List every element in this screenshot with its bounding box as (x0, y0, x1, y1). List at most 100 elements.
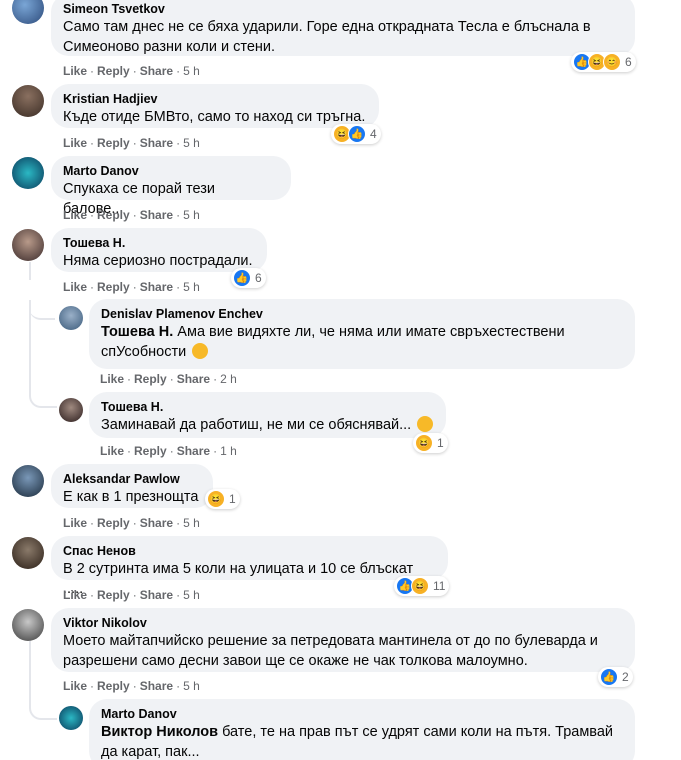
like-link[interactable]: Like (63, 136, 87, 150)
reaction-summary[interactable]: 👍 😆 11 (394, 576, 450, 596)
comment-actions: Like · Reply · Share · 5 h (63, 136, 200, 150)
avatar[interactable] (12, 609, 44, 641)
smile-emoji-icon (192, 343, 209, 359)
avatar[interactable] (12, 0, 44, 24)
comment-bubble: Marto Danov Виктор Николов бате, те на п… (89, 699, 635, 760)
comment-bubble: Спас Ненов В 2 сутринта има 5 коли на ул… (51, 536, 448, 597)
timestamp[interactable]: 5 h (183, 208, 200, 222)
avatar[interactable] (12, 229, 44, 261)
timestamp[interactable]: 5 h (183, 136, 200, 150)
share-link[interactable]: Share (140, 679, 173, 693)
avatar[interactable] (12, 85, 44, 117)
comment-bubble: Тошева Н. Няма сериозно пострадали. (51, 228, 267, 272)
comment-text: Виктор Николов бате, те на прав път се у… (101, 724, 614, 760)
reply-link[interactable]: Reply (97, 208, 130, 222)
reply-link[interactable]: Reply (134, 372, 167, 386)
timestamp[interactable]: 1 h (220, 444, 237, 458)
avatar[interactable] (12, 157, 44, 189)
share-link[interactable]: Share (177, 444, 210, 458)
like-reaction-icon: 👍 (348, 125, 366, 143)
comment-bubble: Marto Danov Спукаха се порай тези балове… (51, 156, 291, 217)
share-link[interactable]: Share (177, 372, 210, 386)
like-link[interactable]: Like (63, 64, 87, 78)
reaction-summary[interactable]: 👍 😆 😊 6 (571, 52, 636, 72)
comment-text: Е как в 1 презнощта (63, 489, 199, 505)
mention-link[interactable]: Виктор Николов (101, 724, 218, 740)
reply-link[interactable]: Reply (97, 516, 130, 530)
reaction-summary[interactable]: 👍 2 (598, 667, 633, 687)
share-link[interactable]: Share (140, 588, 173, 602)
mention-link[interactable]: Тошева Н. (101, 324, 173, 340)
reaction-count: 2 (622, 670, 629, 684)
comment-text: Моето майтапчийско решение за петредоват… (63, 633, 598, 669)
wow-reaction-icon: 😊 (603, 53, 621, 71)
author-name[interactable]: Тошева Н. (63, 235, 255, 251)
comment-text: Тошева Н. Ама вие видяхте ли, че няма ил… (101, 324, 565, 360)
share-link[interactable]: Share (140, 516, 173, 530)
reaction-count: 1 (229, 492, 236, 506)
thread-line (29, 262, 31, 280)
reply-link[interactable]: Reply (97, 588, 130, 602)
comment-bubble: Тошева Н. Заминавай да работиш, не ми се… (89, 392, 446, 438)
reply-link[interactable]: Reply (97, 280, 130, 294)
timestamp[interactable]: 5 h (183, 516, 200, 530)
comment-bubble: Viktor Nikolov Моето майтапчийско решени… (51, 608, 635, 672)
comments-thread: Simeon Tsvetkov Само там днес не се бяха… (0, 0, 681, 760)
reply-link[interactable]: Reply (134, 444, 167, 458)
reaction-summary[interactable]: 👍 6 (231, 268, 266, 288)
reply-link[interactable]: Reply (97, 64, 130, 78)
avatar[interactable] (12, 465, 44, 497)
like-link[interactable]: Like (63, 280, 87, 294)
avatar[interactable] (59, 306, 83, 330)
like-link[interactable]: Like (63, 516, 87, 530)
like-link[interactable]: Like (100, 444, 124, 458)
comment-bubble: Simeon Tsvetkov Само там днес не се бяха… (51, 0, 635, 56)
author-name[interactable]: Simeon Tsvetkov (63, 1, 623, 17)
upside-down-face-icon (417, 416, 434, 432)
reaction-count: 6 (625, 55, 632, 69)
avatar[interactable] (59, 706, 83, 730)
author-name[interactable]: Denislav Plamenov Enchev (101, 306, 623, 322)
author-name[interactable]: Marto Danov (63, 163, 279, 179)
reaction-count: 4 (370, 127, 377, 141)
share-link[interactable]: Share (140, 208, 173, 222)
comment-text: Заминавай да работиш, не ми се обяснявай… (101, 415, 434, 435)
reaction-summary[interactable]: 😆 1 (413, 433, 448, 453)
comment-bubble: Denislav Plamenov Enchev Тошева Н. Ама в… (89, 299, 635, 369)
like-link[interactable]: Like (63, 588, 87, 602)
timestamp[interactable]: 5 h (183, 679, 200, 693)
like-link[interactable]: Like (63, 679, 87, 693)
reaction-count: 6 (255, 271, 262, 285)
author-name[interactable]: Спас Ненов (63, 543, 436, 559)
haha-reaction-icon: 😆 (207, 490, 225, 508)
like-reaction-icon: 👍 (600, 668, 618, 686)
timestamp[interactable]: 5 h (183, 588, 200, 602)
like-reaction-icon: 👍 (233, 269, 251, 287)
author-name[interactable]: Viktor Nikolov (63, 615, 623, 631)
comment-text: Няма сериозно пострадали. (63, 253, 253, 269)
comment-actions: Like · Reply · Share · 5 h (63, 208, 200, 222)
timestamp[interactable]: 2 h (220, 372, 237, 386)
author-name[interactable]: Тошева Н. (101, 399, 434, 415)
comment-bubble: Aleksandar Pawlow Е как в 1 презнощта (51, 464, 213, 508)
timestamp[interactable]: 5 h (183, 64, 200, 78)
author-name[interactable]: Kristian Hadjiev (63, 91, 367, 107)
comment-actions: Like · Reply · Share · 1 h (100, 444, 237, 458)
timestamp[interactable]: 5 h (183, 280, 200, 294)
like-link[interactable]: Like (63, 208, 87, 222)
reaction-count: 1 (437, 436, 444, 450)
author-name[interactable]: Aleksandar Pawlow (63, 471, 201, 487)
haha-reaction-icon: 😆 (415, 434, 433, 452)
share-link[interactable]: Share (140, 64, 173, 78)
reply-link[interactable]: Reply (97, 136, 130, 150)
reaction-summary[interactable]: 😆 1 (205, 489, 240, 509)
share-link[interactable]: Share (140, 136, 173, 150)
reaction-summary[interactable]: 😆 👍 4 (331, 124, 381, 144)
share-link[interactable]: Share (140, 280, 173, 294)
reply-link[interactable]: Reply (97, 679, 130, 693)
like-link[interactable]: Like (100, 372, 124, 386)
avatar[interactable] (12, 537, 44, 569)
comment-actions: Like · Reply · Share · 5 h (63, 588, 200, 602)
author-name[interactable]: Marto Danov (101, 706, 623, 722)
avatar[interactable] (59, 398, 83, 422)
